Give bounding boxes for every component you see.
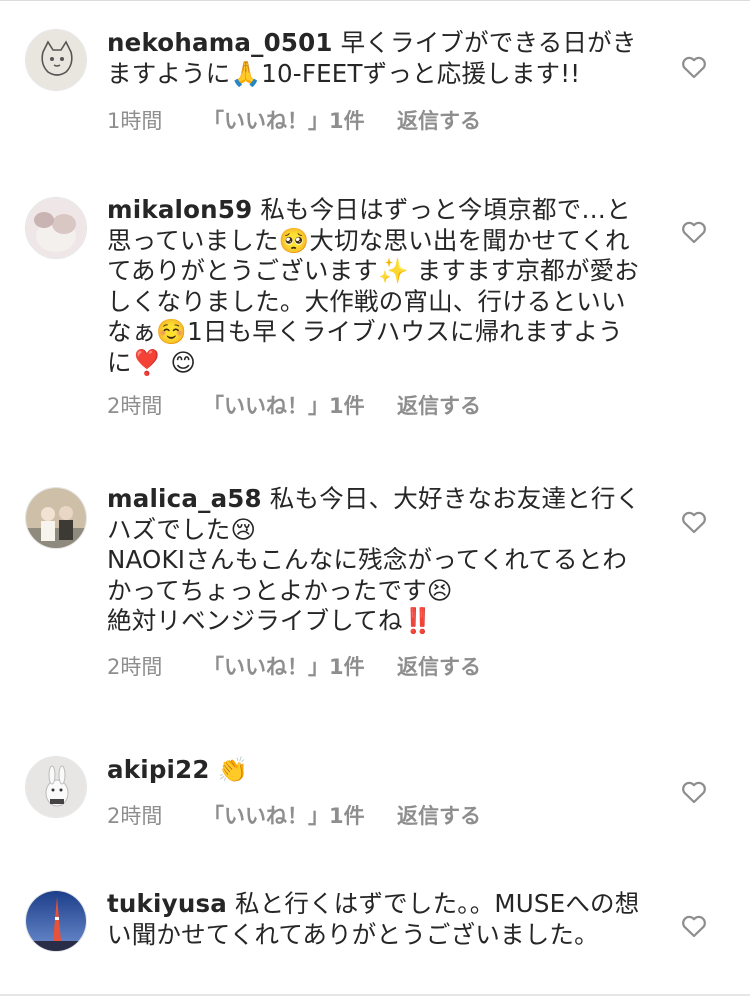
comment-username[interactable]: mikalon59: [107, 195, 252, 224]
top-divider: [0, 0, 750, 1]
comment-like-count[interactable]: 「いいね！」1件: [203, 651, 397, 681]
reply-button[interactable]: 返信する: [397, 105, 481, 135]
comment-time[interactable]: 2時間: [107, 800, 203, 830]
comment-username[interactable]: malica_a58: [107, 484, 262, 513]
heart-icon[interactable]: [681, 914, 707, 938]
comment-username[interactable]: akipi22: [107, 755, 210, 784]
comment-time[interactable]: 2時間: [107, 651, 203, 681]
heart-icon[interactable]: [681, 780, 707, 804]
comment-username[interactable]: nekohama_0501: [107, 28, 333, 57]
comment-like-count[interactable]: 「いいね！」1件: [203, 390, 397, 420]
avatar[interactable]: [25, 487, 87, 549]
comment-body: 👏: [217, 755, 249, 784]
comment-text: malica_a58 私も今日、大好きなお友達と行くハズでした😢 NAOKIさんも…: [107, 484, 647, 637]
comment-text: mikalon59 私も今日はずっと今頃京都で…と思っていました🥺大切な思い出を聞…: [107, 195, 647, 378]
comment-time[interactable]: 1時間: [107, 105, 203, 135]
avatar[interactable]: [25, 197, 87, 259]
comment-text: tukiyusa 私と行くはずでした。。MUSEへの想い聞かせてくれてありがとうご…: [107, 889, 647, 950]
heart-icon[interactable]: [681, 55, 707, 79]
comment-username[interactable]: tukiyusa: [107, 889, 227, 918]
bottom-divider: [0, 994, 750, 996]
comment-like-count[interactable]: 「いいね！」1件: [203, 800, 397, 830]
avatar[interactable]: [25, 756, 87, 818]
reply-button[interactable]: 返信する: [397, 800, 481, 830]
reply-button[interactable]: 返信する: [397, 390, 481, 420]
comment-like-count[interactable]: 「いいね！」1件: [203, 105, 397, 135]
comment-text: akipi22 👏: [107, 755, 647, 786]
avatar[interactable]: [25, 890, 87, 952]
reply-button[interactable]: 返信する: [397, 651, 481, 681]
heart-icon[interactable]: [681, 220, 707, 244]
heart-icon[interactable]: [681, 510, 707, 534]
comment-time[interactable]: 2時間: [107, 390, 203, 420]
comment-text: nekohama_0501 早くライブができる日がきますように🙏10-FEETずっ…: [107, 28, 647, 89]
avatar[interactable]: [25, 29, 87, 91]
